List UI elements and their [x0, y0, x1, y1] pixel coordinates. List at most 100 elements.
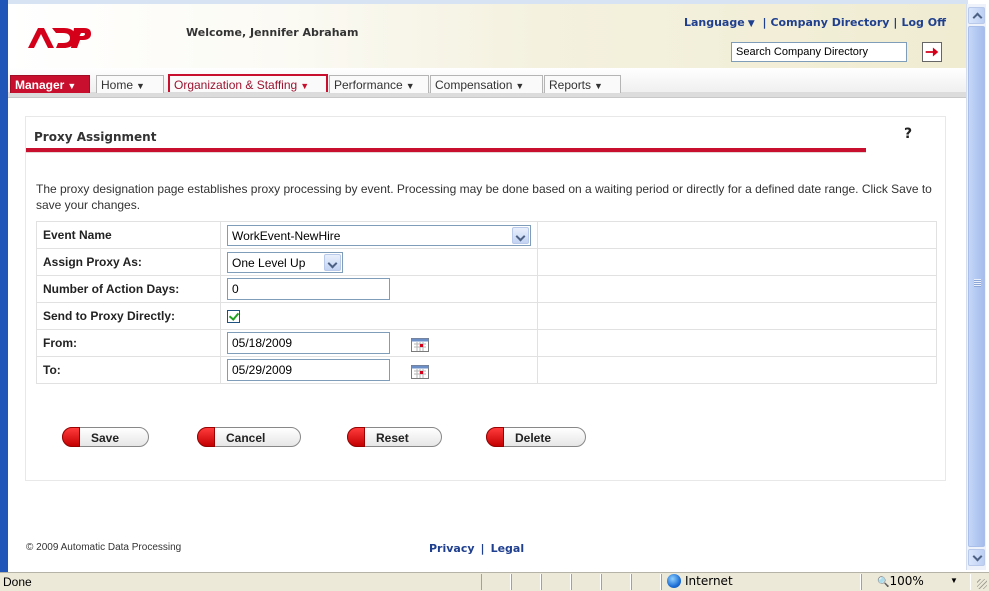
- menu-organization-staffing[interactable]: Organization & Staffing ▼: [168, 74, 328, 92]
- footer-links: Privacy | Legal: [429, 542, 524, 555]
- resize-grip-icon[interactable]: [977, 579, 987, 589]
- caret-down-icon: ▼: [594, 81, 603, 91]
- browser-window: Welcome, Jennifer Abraham Language ▼ | Com…: [0, 0, 989, 591]
- menu-reports[interactable]: Reports ▼: [544, 75, 621, 93]
- button-cap: [347, 427, 365, 447]
- action-days-cell: 0: [220, 275, 538, 303]
- zoom-level[interactable]: 🔍100%: [877, 574, 924, 588]
- form-row-event-name: Event Name WorkEvent-NewHire: [36, 221, 937, 249]
- delete-button-label: Delete: [515, 431, 552, 445]
- cancel-button[interactable]: Cancel: [197, 427, 301, 447]
- arrow-right-icon[interactable]: [922, 42, 942, 62]
- send-directly-label: Send to Proxy Directly:: [36, 302, 221, 330]
- calendar-icon[interactable]: [411, 338, 430, 352]
- status-text: Done: [3, 575, 32, 589]
- log-off-link[interactable]: Log Off: [901, 16, 946, 29]
- vertical-scrollbar[interactable]: [966, 4, 986, 570]
- language-menu[interactable]: Language ▼: [684, 16, 755, 29]
- send-directly-cell: [220, 302, 538, 330]
- event-name-label: Event Name: [36, 221, 221, 249]
- caret-down-icon: ▼: [136, 81, 145, 91]
- caret-down-icon: ▼: [300, 81, 310, 91]
- status-pane: [541, 574, 571, 590]
- intro-text: The proxy designation page establishes p…: [36, 182, 932, 212]
- menu-home[interactable]: Home ▼: [96, 75, 164, 93]
- to-label: To:: [36, 356, 221, 384]
- chevron-down-icon[interactable]: [324, 253, 341, 271]
- menu-label: Reports: [549, 78, 592, 92]
- menu-label: Performance: [334, 78, 403, 92]
- assign-proxy-select[interactable]: One Level Up: [227, 251, 343, 273]
- security-zone: Internet: [667, 573, 733, 589]
- app-header: Welcome, Jennifer Abraham Language ▼ | Com…: [8, 4, 966, 68]
- scroll-grip-icon: [974, 279, 981, 287]
- copyright-text: © 2009 Automatic Data Processing: [26, 542, 182, 553]
- magnifier-icon: 🔍: [877, 577, 890, 588]
- legal-link[interactable]: Legal: [491, 542, 525, 555]
- status-pane: [481, 574, 511, 590]
- zone-label: Internet: [685, 574, 733, 588]
- event-name-select[interactable]: WorkEvent-NewHire: [227, 224, 531, 246]
- caret-down-icon: ▼: [67, 81, 77, 91]
- to-date-input[interactable]: 05/29/2009: [227, 359, 390, 381]
- help-icon[interactable]: ?: [904, 126, 912, 142]
- event-name-value: WorkEvent-NewHire: [232, 228, 341, 243]
- calendar-icon[interactable]: [411, 365, 430, 379]
- menu-label: Home: [101, 78, 134, 92]
- caret-down-icon: ▼: [515, 81, 525, 91]
- window-frame-left: [0, 0, 8, 572]
- caret-down-icon: ▼: [747, 19, 755, 29]
- assign-proxy-value: One Level Up: [232, 255, 306, 270]
- proxy-form-table: Event Name WorkEvent-NewHire Assign Prox…: [36, 221, 937, 384]
- menu-compensation[interactable]: Compensation ▼: [430, 75, 543, 93]
- empty-cell: [537, 248, 937, 276]
- save-button-label: Save: [91, 431, 120, 445]
- scroll-down-arrow-icon[interactable]: [968, 549, 985, 566]
- chevron-down-icon[interactable]: [512, 226, 529, 244]
- menu-performance[interactable]: Performance ▼: [329, 75, 429, 93]
- button-cap: [62, 427, 80, 447]
- page-title: Proxy Assignment: [34, 130, 157, 144]
- from-cell: 05/18/2009: [220, 329, 538, 357]
- adp-logo-icon: [28, 28, 91, 48]
- save-button[interactable]: Save: [62, 427, 149, 447]
- privacy-link[interactable]: Privacy: [429, 542, 475, 555]
- form-row-from: From: 05/18/2009: [36, 329, 937, 357]
- send-directly-checkbox[interactable]: [227, 310, 240, 324]
- top-links: Language ▼ | Company Directory | Log Off: [684, 16, 946, 29]
- scroll-up-arrow-icon[interactable]: [968, 7, 985, 24]
- status-pane: [511, 574, 541, 590]
- empty-cell: [537, 302, 937, 330]
- from-label: From:: [36, 329, 221, 357]
- company-directory-link[interactable]: Company Directory: [770, 16, 889, 29]
- menu-label: Manager: [15, 78, 65, 92]
- from-date-input[interactable]: 05/18/2009: [227, 332, 390, 354]
- menu-manager[interactable]: Manager ▼: [10, 75, 90, 93]
- globe-icon: [667, 573, 681, 588]
- action-days-input[interactable]: 0: [227, 278, 390, 300]
- scroll-thumb[interactable]: [968, 26, 985, 547]
- to-cell: 05/29/2009: [220, 356, 538, 384]
- status-pane: [571, 574, 601, 590]
- event-name-cell: WorkEvent-NewHire: [220, 221, 538, 249]
- caret-down-icon[interactable]: ▼: [950, 576, 958, 585]
- form-row-action-days: Number of Action Days: 0: [36, 275, 937, 303]
- separator: |: [762, 16, 767, 29]
- separator: |: [480, 542, 485, 555]
- title-divider-shadow: [26, 152, 866, 153]
- delete-button[interactable]: Delete: [486, 427, 586, 447]
- status-pane: [601, 574, 631, 590]
- button-cap: [486, 427, 504, 447]
- status-pane: [631, 574, 661, 590]
- assign-proxy-cell: One Level Up: [220, 248, 538, 276]
- empty-cell: [537, 356, 937, 384]
- search-company-directory-input[interactable]: Search Company Directory: [731, 42, 907, 62]
- form-row-send-directly: Send to Proxy Directly:: [36, 302, 937, 330]
- main-menu-bar: Manager ▼ Home ▼ Organization & Staffing ▼ …: [8, 68, 966, 98]
- menu-label: Compensation: [435, 78, 513, 92]
- separator: |: [893, 16, 898, 29]
- reset-button[interactable]: Reset: [347, 427, 442, 447]
- caret-down-icon: ▼: [405, 81, 415, 91]
- empty-cell: [537, 329, 937, 357]
- browser-status-bar: Done Internet 🔍100% ▼: [0, 572, 989, 591]
